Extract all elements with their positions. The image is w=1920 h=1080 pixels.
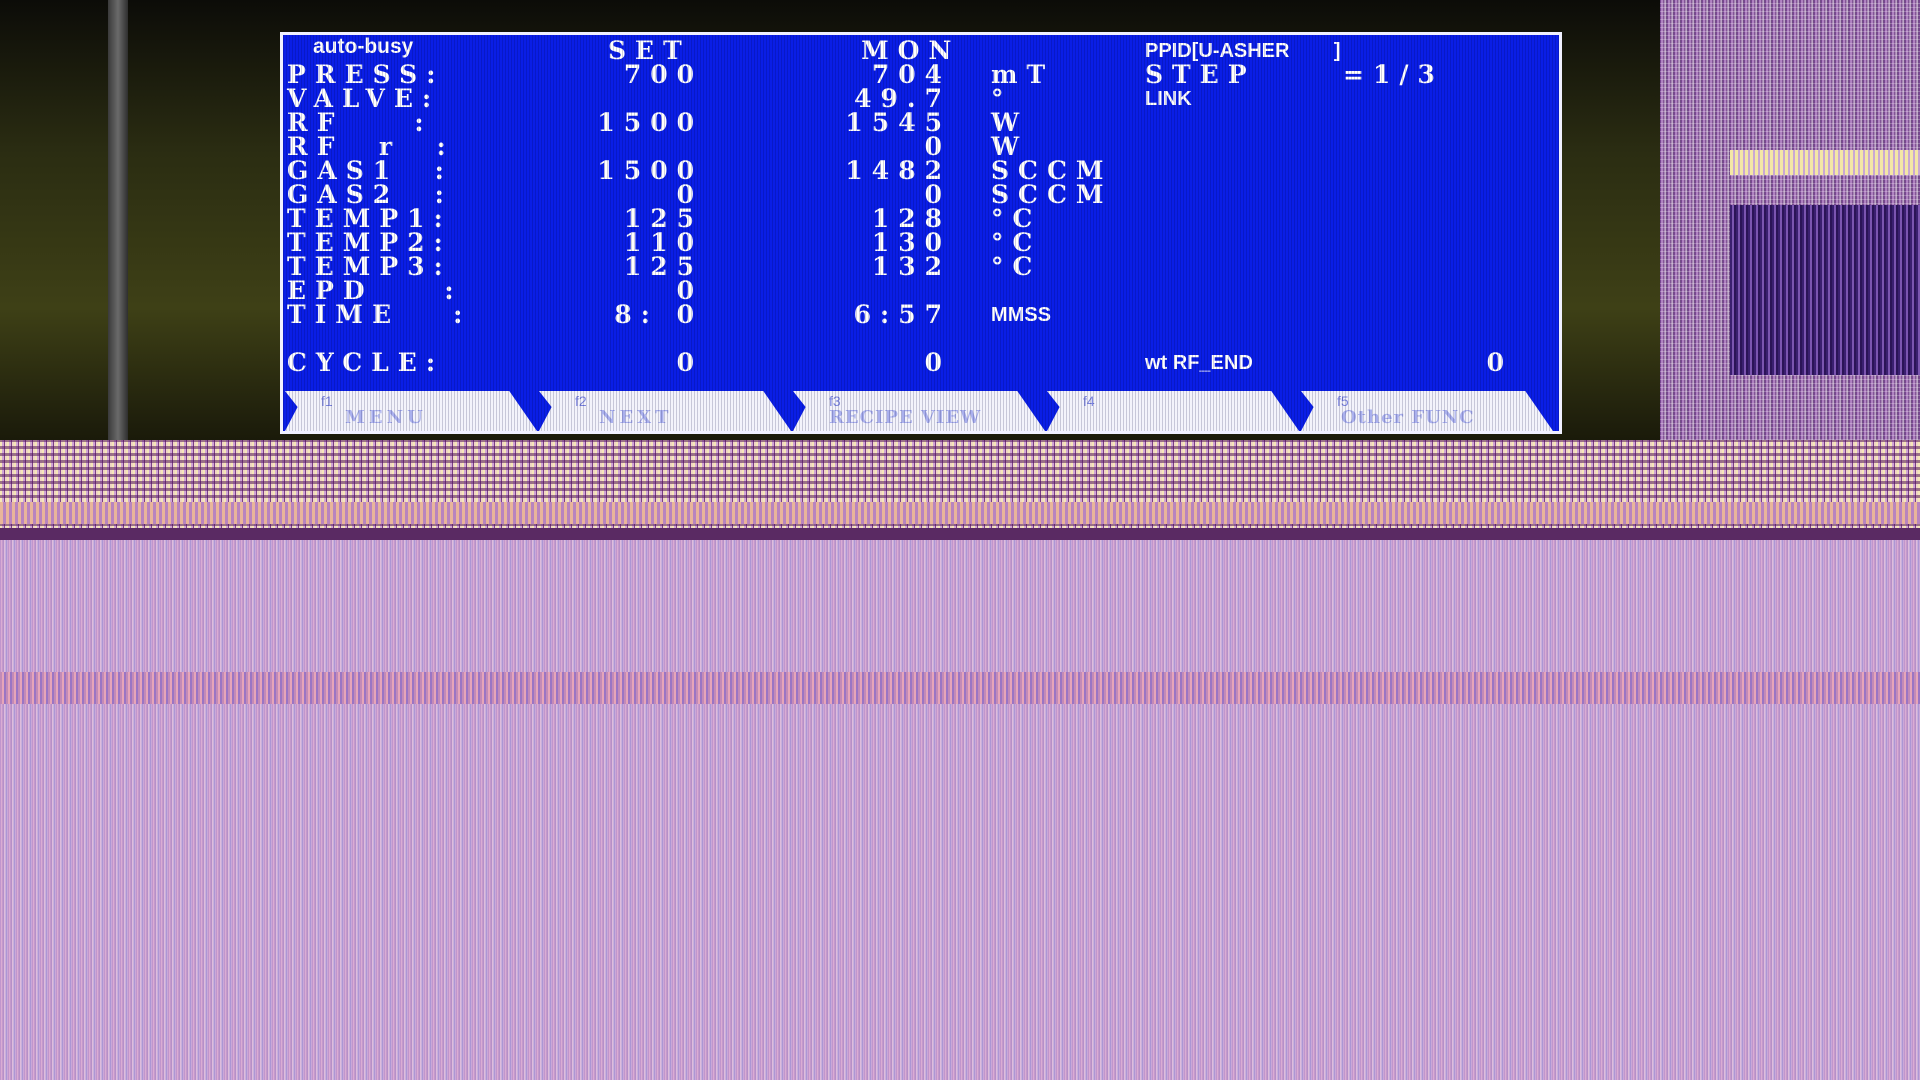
bezel-post xyxy=(108,0,128,440)
set-value: 1500 xyxy=(597,108,703,137)
function-key-bar: f1 MENU f2 NEXT f3 RECIPE VIEW f4 f5 Oth… xyxy=(283,391,1559,431)
fkey-label: NEXT xyxy=(599,407,673,428)
f2-next-button[interactable]: f2 NEXT xyxy=(539,391,791,431)
set-value: 8: 0 xyxy=(614,300,703,329)
f4-button[interactable]: f4 xyxy=(1047,391,1299,431)
param-label: TIME : xyxy=(287,300,472,329)
monitor-value: 0 xyxy=(924,348,951,377)
param-label: CYCLE: xyxy=(287,348,445,377)
set-value: 700 xyxy=(623,60,703,89)
step-value: =1/3 xyxy=(1343,60,1444,89)
link-label: LINK xyxy=(1145,88,1192,110)
f3-recipe-view-button[interactable]: f3 RECIPE VIEW xyxy=(793,391,1045,431)
fkey-number: f4 xyxy=(1083,393,1095,409)
noise-stripe xyxy=(0,502,1920,524)
signal-noise-stripe xyxy=(0,672,1920,704)
f5-other-func-button[interactable]: f5 Other FUNC xyxy=(1301,391,1553,431)
param-row-time: TIME : 8: 0 6:57 MMSS xyxy=(283,300,1559,329)
noise-band xyxy=(1730,150,1920,175)
monitor-value: 1482 xyxy=(845,156,951,185)
unit-label: °C xyxy=(991,252,1042,281)
signal-noise-right xyxy=(1660,0,1920,440)
wait-rf-end-label: wt RF_END xyxy=(1145,352,1253,374)
fkey-label: MENU xyxy=(345,407,427,428)
signal-noise-band xyxy=(0,440,1920,540)
step-label: STEP xyxy=(1145,60,1256,89)
unit-label: MMSS xyxy=(991,304,1051,326)
noise-stripe xyxy=(0,528,1920,540)
param-row-temp3: TEMP3: 125 132 °C xyxy=(283,252,1559,281)
fkey-label: Other FUNC xyxy=(1341,407,1475,428)
status-indicator: auto-busy xyxy=(313,35,414,58)
noise-band xyxy=(1730,205,1920,375)
monitor-value: 1545 xyxy=(845,108,951,137)
fkey-number: f1 xyxy=(321,393,333,409)
param-row-rf: RF : 1500 1545 W xyxy=(283,108,1559,137)
monitor-value: 6:57 xyxy=(853,300,951,329)
monitor-value: 132 xyxy=(871,252,951,281)
wait-rf-end-value: 0 xyxy=(1486,348,1513,377)
fkey-label: RECIPE VIEW xyxy=(829,407,982,428)
param-row-cycle: CYCLE: 0 0 wt RF_END 0 xyxy=(283,348,1559,377)
process-monitor-screen: auto-busy SET MON PPID[U-ASHER ] PRESS: … xyxy=(280,32,1562,434)
f1-menu-button[interactable]: f1 MENU xyxy=(285,391,537,431)
set-value: 0 xyxy=(676,348,703,377)
fkey-number: f2 xyxy=(575,393,587,409)
param-row-gas1: GAS1 : 1500 1482 SCCM xyxy=(283,156,1559,185)
